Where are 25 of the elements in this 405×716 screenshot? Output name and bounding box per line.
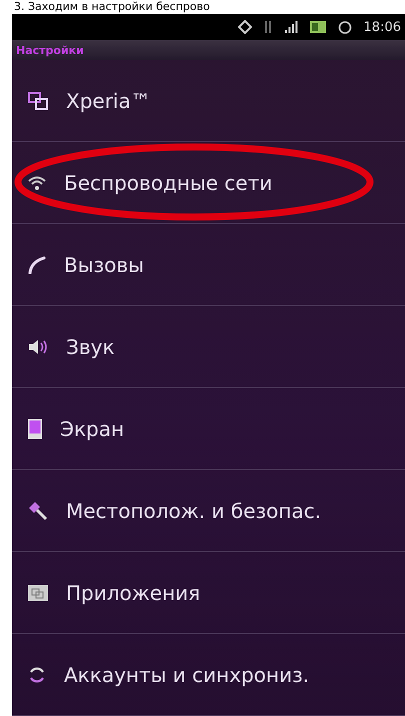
settings-item[interactable]: Вызовы: [12, 224, 405, 306]
item-label: Аккаунты и синхрониз.: [64, 662, 310, 686]
caption-text: 3. Заходим в настройки беспрово: [13, 0, 211, 14]
overlapping-squares-icon: [28, 92, 48, 110]
item-label: Вызовы: [64, 252, 144, 276]
item-label: Xperia™: [66, 88, 151, 112]
item-label: Звук: [66, 334, 115, 358]
settings-item[interactable]: Звук: [12, 306, 405, 388]
speaker-icon: [28, 340, 48, 354]
item-label: Экран: [60, 416, 124, 440]
signal-icon: [284, 20, 298, 34]
settings-item[interactable]: Беспроводные сети: [12, 142, 405, 224]
item-label: Местополож. и безопас.: [66, 498, 322, 522]
settings-item[interactable]: Xperia™: [12, 60, 405, 142]
item-label: Приложения: [66, 580, 200, 604]
wifi-icon: [28, 174, 46, 190]
battery-icon: [310, 21, 326, 33]
item-label: Беспроводные сети: [64, 170, 272, 194]
settings-item[interactable]: Аккаунты и синхрониз.: [12, 634, 405, 716]
status-time: 18:06: [364, 20, 401, 34]
settings-item[interactable]: Местополож. и безопас.: [12, 470, 405, 552]
settings-item[interactable]: Экран: [12, 388, 405, 470]
screen-icon: [28, 418, 42, 438]
settings-title: Настройки: [16, 44, 84, 56]
settings-item[interactable]: Приложения: [12, 552, 405, 634]
